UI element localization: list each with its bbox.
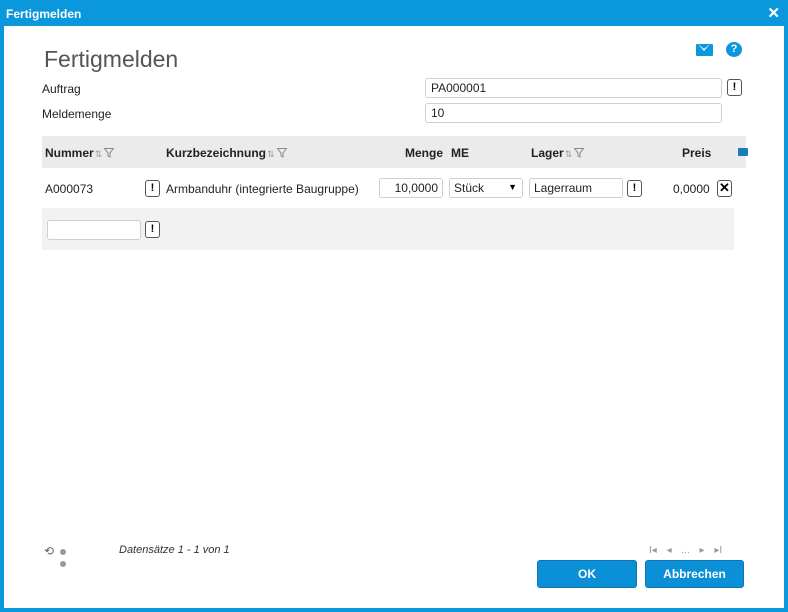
sort-icon[interactable]: ⇅ [565, 149, 573, 160]
table-row: A000073 ! Armbanduhr (integrierte Baugru… [42, 168, 746, 208]
auftrag-input[interactable]: PA000001 [425, 78, 722, 98]
cell-preis: 0,0000 [673, 182, 710, 196]
ok-button[interactable]: OK [537, 560, 637, 588]
column-nummer[interactable]: Nummer⇅ [45, 146, 115, 160]
nummer-info-button[interactable]: ! [145, 180, 160, 197]
menge-input[interactable]: 10,0000 [379, 178, 443, 198]
column-kurzbezeichnung-label: Kurzbezeichnung [166, 146, 267, 160]
pagination: I◂ ◂ ... ▸ ▸I [649, 545, 729, 556]
new-nummer-input[interactable] [47, 220, 141, 240]
mail-icon[interactable] [696, 44, 713, 56]
filter-icon[interactable] [574, 148, 585, 158]
page-ellipsis: ... [681, 545, 690, 556]
refresh-icon[interactable]: ⟲ [44, 544, 54, 558]
last-page-icon[interactable]: ▸I [714, 545, 722, 556]
column-preis[interactable]: Preis [682, 146, 711, 160]
column-lager-label: Lager [531, 146, 564, 160]
column-me[interactable]: ME [451, 146, 469, 160]
sort-icon[interactable]: ⇅ [267, 149, 275, 160]
window-title: Fertigmelden [6, 7, 82, 21]
next-page-icon[interactable]: ▸ [700, 545, 705, 556]
column-lager[interactable]: Lager⇅ [531, 146, 585, 160]
filter-icon[interactable] [276, 148, 287, 158]
column-menge[interactable]: Menge [405, 146, 443, 160]
settings-dots-icon[interactable] [60, 546, 67, 570]
new-row: ! [42, 208, 734, 250]
page-title: Fertigmelden [44, 46, 179, 72]
auftrag-info-button[interactable]: ! [727, 79, 742, 96]
dialog-window: Fertigmelden ✕ Fertigmelden ? Auftrag PA… [0, 0, 788, 612]
new-nummer-info-button[interactable]: ! [145, 221, 160, 238]
cell-kurzbezeichnung: Armbanduhr (integrierte Baugruppe) [166, 182, 359, 196]
help-icon[interactable]: ? [726, 42, 742, 57]
records-count: Datensätze 1 - 1 von 1 [119, 544, 230, 556]
filter-icon[interactable] [104, 148, 115, 158]
lager-info-button[interactable]: ! [627, 180, 642, 197]
lager-input[interactable]: Lagerraum [529, 178, 623, 198]
column-nummer-label: Nummer [45, 146, 94, 160]
first-page-icon[interactable]: I◂ [649, 545, 657, 556]
sort-icon[interactable]: ⇅ [95, 149, 103, 160]
prev-page-icon[interactable]: ◂ [667, 545, 672, 556]
delete-row-button[interactable]: ✕ [717, 180, 732, 197]
export-icon[interactable] [738, 148, 748, 156]
cancel-button[interactable]: Abbrechen [645, 560, 744, 588]
close-icon[interactable]: ✕ [767, 4, 780, 22]
column-kurzbezeichnung[interactable]: Kurzbezeichnung⇅ [166, 146, 287, 160]
me-select-value: Stück [454, 181, 485, 195]
dialog-content: Fertigmelden ? Auftrag PA000001 ! Meldem… [4, 26, 784, 608]
chevron-down-icon: ▼ [508, 182, 517, 192]
cell-nummer: A000073 [45, 182, 94, 196]
title-bar: Fertigmelden ✕ [0, 0, 788, 26]
meldemenge-input[interactable]: 10 [425, 103, 722, 123]
meldemenge-label: Meldemenge [42, 107, 112, 121]
table-header: Nummer⇅ Kurzbezeichnung⇅ Menge ME Lager⇅… [42, 136, 748, 168]
me-select[interactable]: Stück ▼ [449, 178, 523, 198]
auftrag-label: Auftrag [42, 82, 81, 96]
